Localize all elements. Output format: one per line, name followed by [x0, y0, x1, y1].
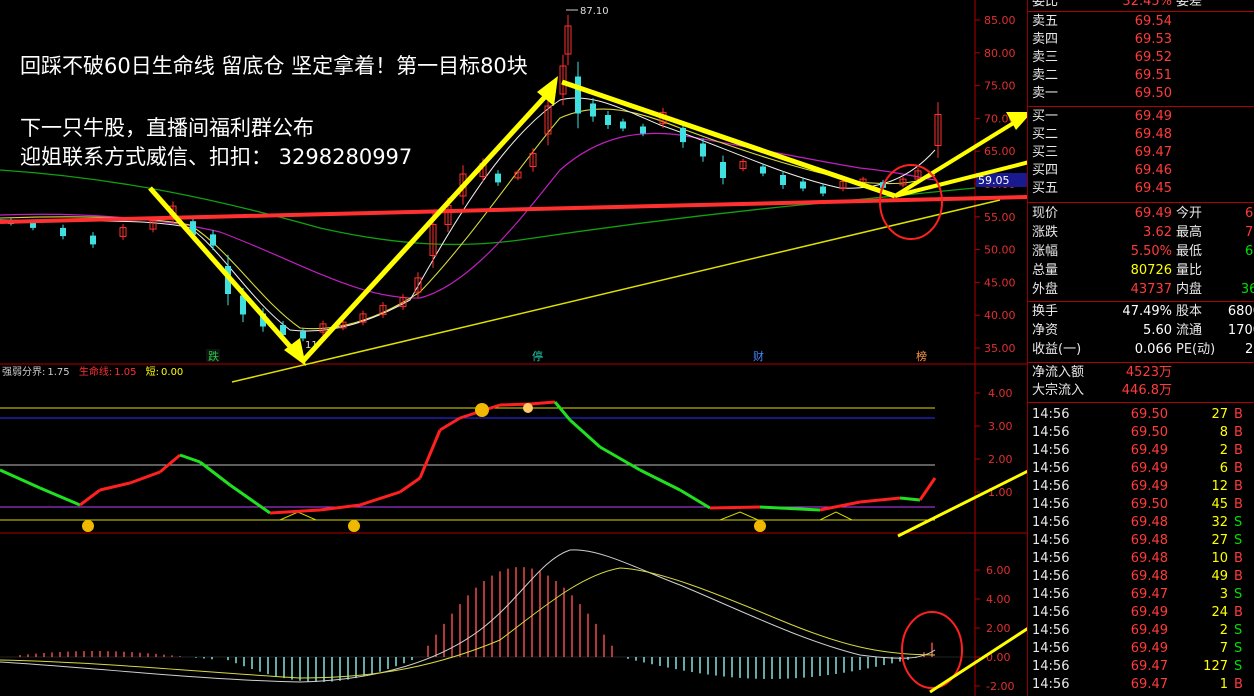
buy-level-2[interactable]: 买二69.484 [1028, 126, 1254, 144]
quote-weibi[interactable]: 委比32.45%委差22 [1028, 0, 1254, 11]
main-y-label: 55.00 [984, 211, 1016, 224]
tick-row[interactable]: 14:56 69.47 3 S [1028, 586, 1254, 604]
quote-stat-3[interactable]: 总量80726量比3.7 [1028, 262, 1254, 280]
marker-die[interactable]: 跌 [208, 349, 219, 363]
ind2-y-label: 6.00 [986, 564, 1011, 577]
buy-level-1[interactable]: 买一69.498 [1028, 108, 1254, 126]
tick-row[interactable]: 14:56 69.49 12 B [1028, 478, 1254, 496]
quote-stat-0[interactable]: 现价69.49今开65.8 [1028, 205, 1254, 223]
ind2-y-label: 2.00 [986, 622, 1011, 635]
ind1-y-label: 3.00 [988, 420, 1013, 433]
overlay-subline: 下一只牛股，直播间福利群公布 [20, 116, 314, 140]
kline-chart-area[interactable]: 85.0080.0075.0070.0065.0060.0055.0050.00… [0, 0, 1027, 696]
macd-histogram [19, 567, 933, 682]
main-y-label: 40.00 [984, 309, 1016, 322]
tick-row[interactable]: 14:56 69.49 6 B [1028, 460, 1254, 478]
sell-level-1[interactable]: 卖五69.542 [1028, 13, 1254, 31]
fund-flow-1[interactable]: 大宗流入446.8万19 [1028, 382, 1254, 400]
main-y-label: 35.00 [984, 342, 1016, 355]
main-y-label: 75.00 [984, 80, 1016, 93]
marker-ting[interactable]: 停 [532, 349, 543, 363]
indicator1-bars [0, 400, 937, 515]
tick-row[interactable]: 14:56 69.50 8 B [1028, 424, 1254, 442]
tick-row[interactable]: 14:56 69.47 1 B [1028, 676, 1254, 694]
main-y-label: 80.00 [984, 47, 1016, 60]
main-y-label: 50.00 [984, 244, 1016, 257]
tick-row[interactable]: 14:56 69.49 24 B [1028, 604, 1254, 622]
buy-level-4[interactable]: 买四69.461 [1028, 162, 1254, 180]
peak-price-label: 87.10 [580, 6, 609, 17]
indicator2-y-axis: 6.004.002.000.00-2.00 [975, 564, 1014, 693]
tick-row[interactable]: 14:56 69.50 27 B [1028, 406, 1254, 424]
quote-panel: 委比32.45%委差22 卖五69.542卖四69.532卖三69.521卖二69… [1027, 0, 1254, 696]
main-y-label: 45.00 [984, 276, 1016, 289]
sell-level-3[interactable]: 卖三69.521 [1028, 49, 1254, 67]
current-price-tag-text: 59.05 [978, 174, 1010, 187]
buy-level-5[interactable]: 买五69.452 [1028, 180, 1254, 198]
ma-green-60 [0, 169, 976, 246]
indicator1-title: 强弱分界: 1.75 生命线: 1.05 短: 0.00 [2, 365, 183, 378]
quote-stat2-2[interactable]: 收益(一)0.066PE(动)262. [1028, 341, 1254, 359]
tick-row[interactable]: 14:56 69.47 127 S [1028, 658, 1254, 676]
sell-level-4[interactable]: 卖二69.511 [1028, 67, 1254, 85]
overlay-headline: 回踩不破60日生命线 留底仓 坚定拿着！第一目标80块 [20, 54, 528, 78]
fund-flow-0[interactable]: 净流入额4523万89 [1028, 364, 1254, 382]
tick-row[interactable]: 14:56 69.49 2 B [1028, 442, 1254, 460]
tick-row[interactable]: 14:56 69.48 10 B [1028, 550, 1254, 568]
buy-level-3[interactable]: 买三69.4729 [1028, 144, 1254, 162]
tick-row[interactable]: 14:56 69.48 49 B [1028, 568, 1254, 586]
quote-stat-4[interactable]: 外盘43737内盘3698 [1028, 281, 1254, 299]
tick-row[interactable]: 14:56 69.50 45 B [1028, 496, 1254, 514]
ind1-y-label: 2.00 [988, 453, 1013, 466]
marker-bang[interactable]: 榜 [916, 349, 927, 363]
sell-level-2[interactable]: 卖四69.532 [1028, 31, 1254, 49]
main-y-label: 85.00 [984, 14, 1016, 27]
overlay-contact: 迎姐联系方式威信、扣扣： 3298280997 [20, 145, 413, 169]
sell-level-5[interactable]: 卖一69.5017 [1028, 85, 1254, 103]
marker-cai[interactable]: 财 [753, 349, 764, 363]
ind2-y-label: -2.00 [986, 680, 1014, 693]
quote-stat-1[interactable]: 涨跌3.62最高72.3 [1028, 224, 1254, 242]
tick-row[interactable]: 14:56 69.48 32 S [1028, 514, 1254, 532]
tick-row[interactable]: 14:56 69.49 2 S [1028, 622, 1254, 640]
tick-row[interactable]: 14:56 69.48 27 S [1028, 532, 1254, 550]
ind1-y-label: 4.00 [988, 387, 1013, 400]
ind2-y-label: 4.00 [986, 593, 1011, 606]
quote-stat2-1[interactable]: 净资5.60流通1700万 [1028, 322, 1254, 340]
main-y-label: 65.00 [984, 145, 1016, 158]
tick-row[interactable]: 14:56 69.49 7 S [1028, 640, 1254, 658]
quote-stat2-0[interactable]: 换手47.49%股本6800万 [1028, 303, 1254, 321]
quote-stat-2[interactable]: 涨幅5.50%最低63.8 [1028, 243, 1254, 261]
